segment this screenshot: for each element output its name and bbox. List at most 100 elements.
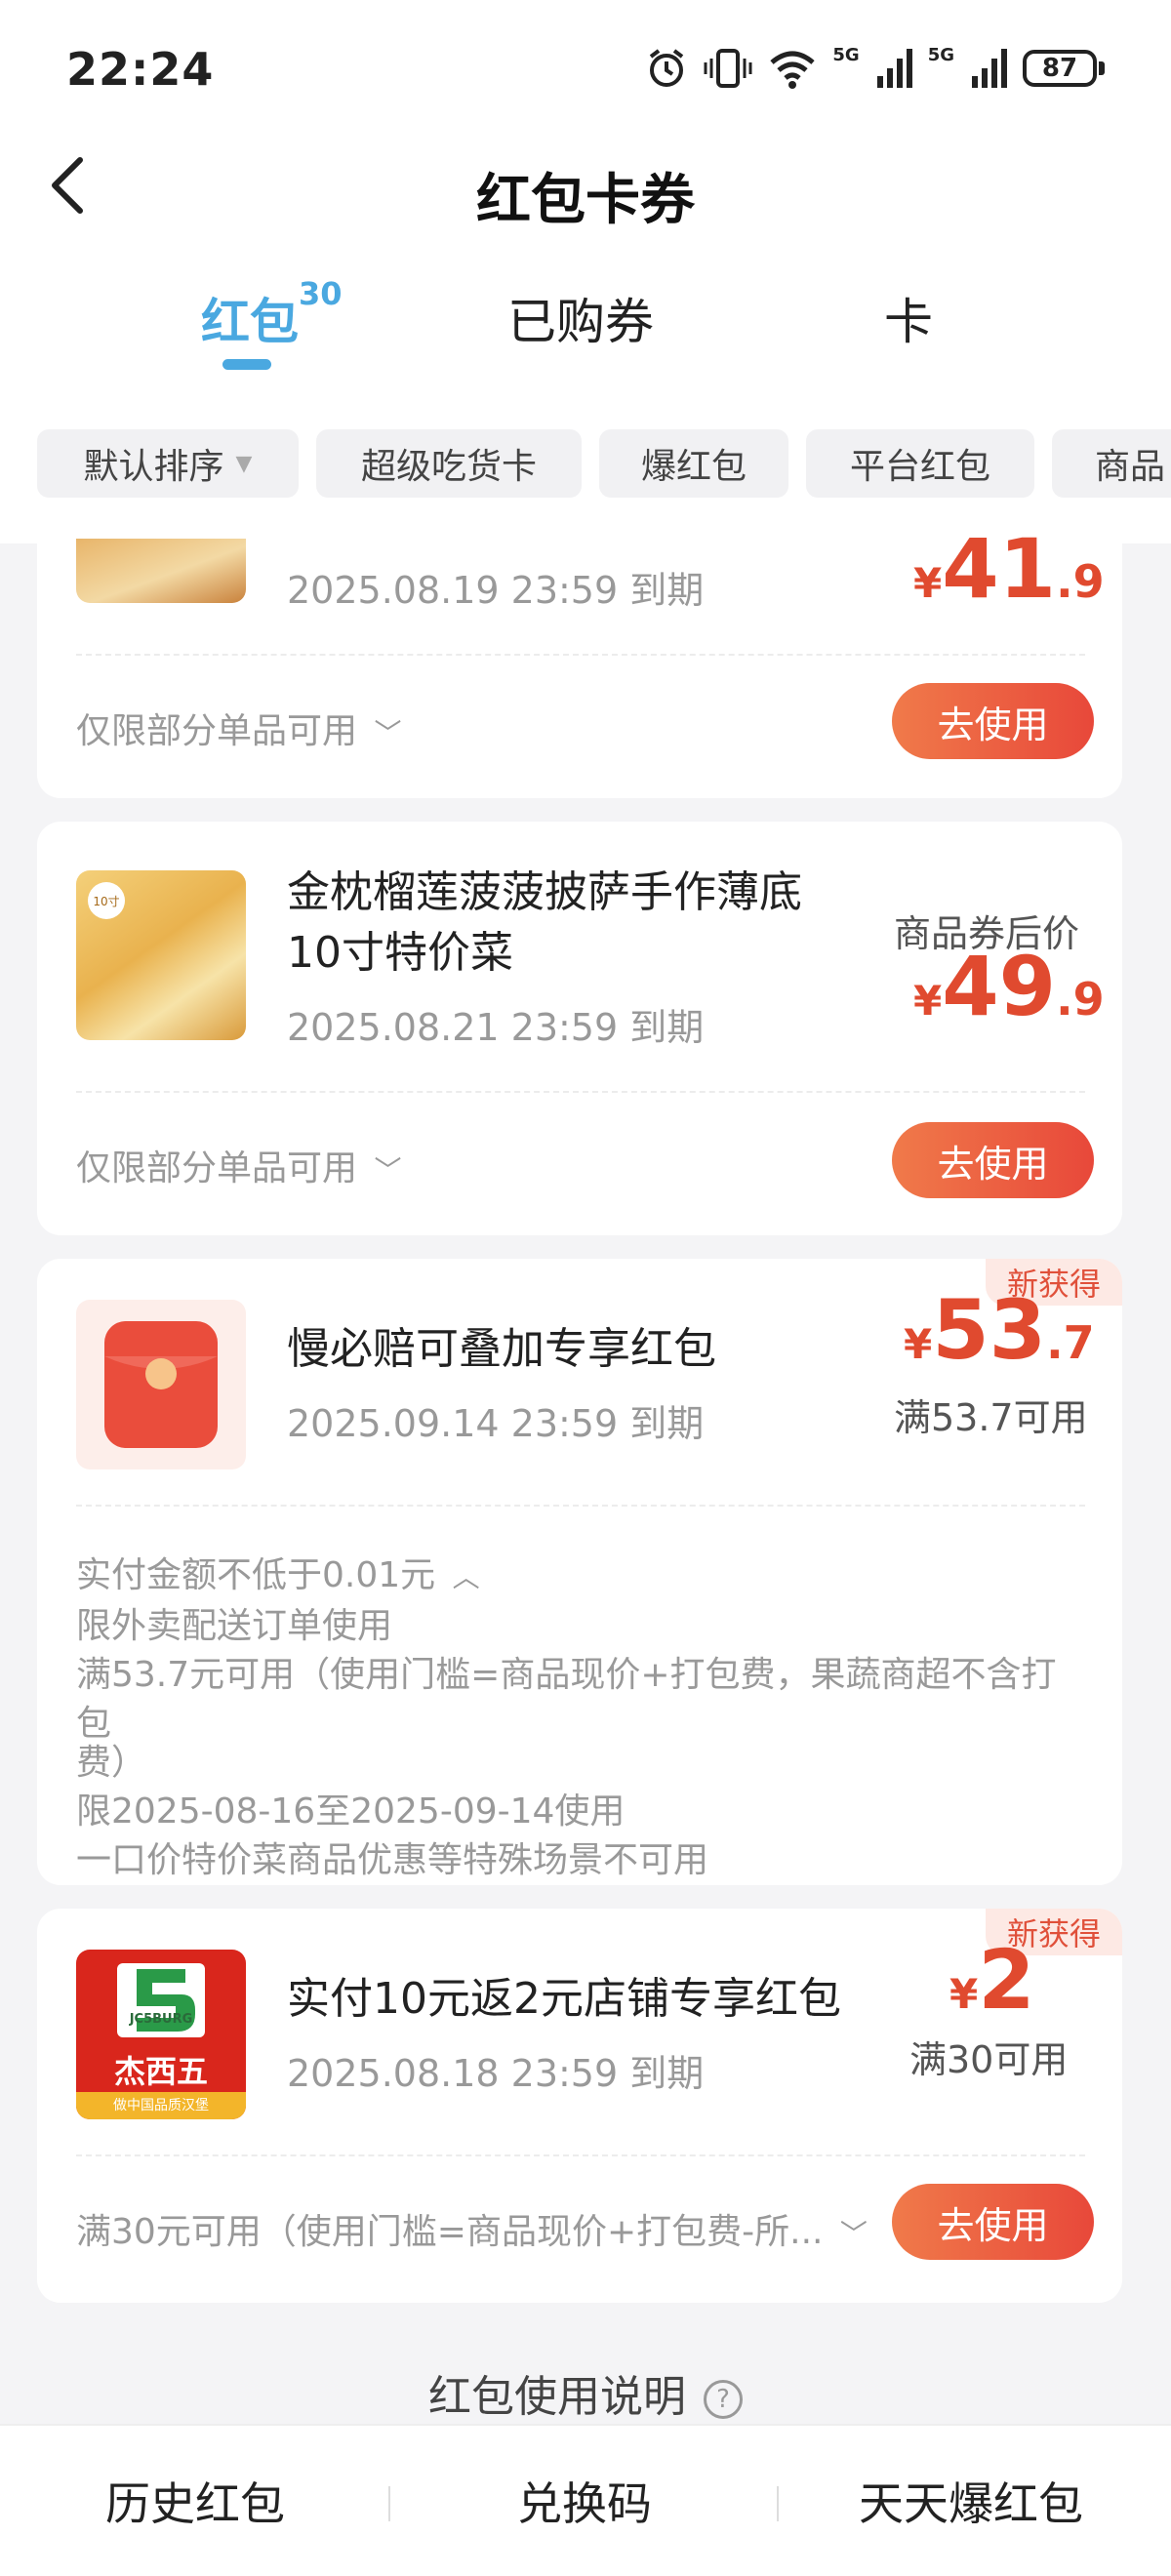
filter-super-foodie-card[interactable]: 超级吃货卡 — [316, 429, 582, 498]
hongbao-usage-instructions-link[interactable]: 红包使用说明 ? — [0, 2361, 1171, 2424]
usage-limit-text: 满30元可用（使用门槛=商品现价+打包费-所... — [76, 2212, 824, 2252]
divider — [76, 2154, 1085, 2156]
detail-line: 限2025-08-16至2025-09-14使用 — [76, 1791, 626, 1831]
chevron-down-icon: ﹀ — [839, 2218, 868, 2250]
pizza-thumbnail — [76, 539, 246, 603]
chevron-up-icon: ︿ — [452, 1561, 480, 1593]
coupon-title-line2: 10寸特价菜 — [287, 928, 513, 978]
detail-line: 费） — [76, 1743, 147, 1783]
filter-label: 平台红包 — [849, 447, 990, 487]
caret-down-icon: ▼ — [235, 451, 253, 476]
durian-pizza-thumbnail: 10寸 — [76, 870, 246, 1040]
usage-limit-text: 仅限部分单品可用 — [76, 711, 358, 751]
price-integer: 41 — [942, 521, 1057, 617]
alarm-icon — [650, 49, 684, 87]
price-decimal: .7 — [1046, 1316, 1095, 1369]
separator — [777, 2486, 779, 2521]
redeem-code-button[interactable]: 兑换码 — [517, 2469, 652, 2533]
currency-symbol: ¥ — [913, 559, 943, 607]
currency-symbol: ¥ — [913, 977, 943, 1025]
divider — [76, 654, 1085, 656]
price-decimal: .9 — [1056, 973, 1105, 1026]
detail-line: 限外卖配送订单使用 — [76, 1606, 393, 1646]
filter-hot-hongbao[interactable]: 爆红包 — [599, 429, 788, 498]
signal-icon-2 — [972, 49, 1007, 88]
price: ¥49.9 — [913, 939, 1105, 1034]
hongbao-thumbnail — [76, 1300, 246, 1469]
red-envelope-icon — [104, 1321, 218, 1448]
coupon-card-2: 10寸 金枕榴莲菠菠披萨手作薄底 10寸特价菜 2025.08.21 23:59… — [37, 822, 1122, 1235]
currency-symbol: ¥ — [904, 1320, 933, 1368]
tab-label: 红包 — [201, 294, 299, 350]
price-integer: 53 — [932, 1282, 1047, 1378]
expiry-date: 2025.08.19 23:59 到期 — [287, 569, 705, 612]
usage-link-text: 红包使用说明 — [428, 2372, 686, 2422]
tab-purchased-coupons[interactable]: 已购券 — [507, 283, 654, 353]
coupon-card-3: 新获得 慢必赔可叠加专享红包 2025.09.14 23:59 到期 ¥53.7… — [37, 1259, 1122, 1885]
size-label: 10寸 — [88, 882, 125, 919]
battery-icon: 87 — [1023, 50, 1105, 87]
battery-level: 87 — [1023, 50, 1097, 87]
price: ¥2 — [949, 1932, 1035, 2028]
usage-limit-toggle[interactable]: 仅限部分单品可用 ﹀ — [76, 703, 401, 753]
filter-default-sort[interactable]: 默认排序 ▼ — [37, 429, 299, 498]
tab-label: 卡 — [884, 294, 933, 350]
daily-hot-hongbao-button[interactable]: 天天爆红包 — [859, 2469, 1083, 2533]
price-integer: 2 — [978, 1932, 1035, 2028]
use-button[interactable]: 去使用 — [892, 2184, 1094, 2260]
tab-label: 已购券 — [507, 294, 654, 350]
tab-badge-count: 30 — [299, 275, 343, 312]
usage-limit-toggle[interactable]: 仅限部分单品可用 ﹀ — [76, 1140, 401, 1190]
history-hongbao-button[interactable]: 历史红包 — [105, 2469, 285, 2533]
detail-line: 满53.7元可用（使用门槛=商品现价+打包费，果蔬商超不含打包 — [76, 1655, 1057, 1744]
price: ¥41.9 — [913, 521, 1105, 617]
usage-limit-text: 仅限部分单品可用 — [76, 1148, 358, 1188]
currency-symbol: ¥ — [949, 1970, 979, 2018]
chevron-down-icon: ﹀ — [374, 1154, 402, 1187]
filter-label: 商品 — [1095, 447, 1166, 487]
vibrate-icon — [704, 49, 752, 88]
tab-card[interactable]: 卡 — [884, 283, 933, 353]
threshold-text: 满30可用 — [909, 2038, 1069, 2081]
coupon-details: 实付金额不低于0.01元 ︿ 限外卖配送订单使用 满53.7元可用（使用门槛=商… — [76, 1551, 1091, 1885]
expiry-date: 2025.09.14 23:59 到期 — [287, 1402, 705, 1445]
divider — [76, 1091, 1085, 1093]
price: ¥53.7 — [904, 1282, 1095, 1378]
threshold-text: 满53.7可用 — [894, 1396, 1088, 1439]
usage-limit-toggle[interactable]: 满30元可用（使用门槛=商品现价+打包费-所... ﹀ — [76, 2203, 868, 2254]
question-mark-icon: ? — [704, 2380, 743, 2419]
store-logo: JC5BURG 杰西五 做中国品质汉堡 — [76, 1950, 246, 2119]
coupon-card-1: 2025.08.19 23:59 到期 ¥41.9 仅限部分单品可用 ﹀ 去使用 — [37, 521, 1122, 798]
filter-platform-hongbao[interactable]: 平台红包 — [806, 429, 1034, 498]
tab-indicator — [222, 359, 271, 370]
signal-icon — [876, 49, 912, 88]
coupon-title: 慢必赔可叠加专享红包 — [287, 1324, 716, 1374]
logo-brand: JC5BURG — [129, 2012, 193, 2027]
network-type-1: 5G — [832, 45, 860, 65]
status-time: 22:24 — [66, 43, 215, 96]
wifi-icon — [770, 51, 816, 89]
filter-goods[interactable]: 商品 — [1052, 429, 1171, 498]
logo-name: 杰西五 — [113, 2053, 208, 2090]
coupon-card-4: 新获得 JC5BURG 杰西五 做中国品质汉堡 实付10元返2元店铺专享红包 2… — [37, 1909, 1122, 2303]
use-button[interactable]: 去使用 — [892, 1122, 1094, 1198]
price-decimal: .9 — [1056, 555, 1105, 608]
detail-text: 实付金额不低于0.01元 — [76, 1555, 436, 1595]
network-type-2: 5G — [927, 45, 954, 65]
detail-line[interactable]: 实付金额不低于0.01元 ︿ — [76, 1551, 1091, 1602]
separator — [388, 2486, 390, 2521]
expiry-date: 2025.08.21 23:59 到期 — [287, 1006, 705, 1049]
logo-slogan: 做中国品质汉堡 — [76, 2092, 246, 2119]
tab-hongbao[interactable]: 红包 30 — [201, 275, 343, 353]
divider — [76, 1505, 1085, 1507]
use-button[interactable]: 去使用 — [892, 683, 1094, 759]
filter-label: 超级吃货卡 — [360, 447, 537, 487]
price-integer: 49 — [942, 939, 1057, 1034]
coupon-title: 实付10元返2元店铺专享红包 — [287, 1974, 841, 2024]
expiry-date: 2025.08.18 23:59 到期 — [287, 2052, 705, 2095]
coupon-title-line1: 金枕榴莲菠菠披萨手作薄底 — [287, 867, 802, 917]
chevron-down-icon: ﹀ — [374, 717, 402, 749]
page-title: 红包卡券 — [476, 169, 695, 232]
filter-label: 默认排序 — [83, 447, 224, 487]
status-icons: 5G 5G 87 — [645, 39, 1105, 98]
